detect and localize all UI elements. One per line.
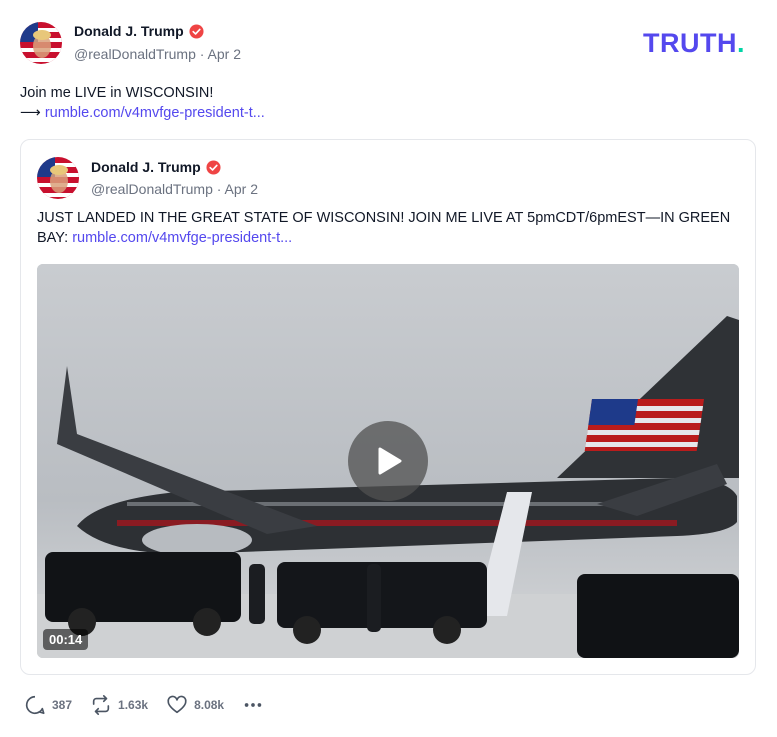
quote-author-handle[interactable]: @realDonaldTrump	[91, 181, 213, 197]
quote-date[interactable]: Apr 2	[225, 181, 258, 197]
quote-text: JUST LANDED IN THE GREAT STATE OF WISCON…	[37, 208, 737, 248]
video-duration: 00:14	[43, 629, 89, 650]
author-meta: @realDonaldTrump · Apr 2	[74, 46, 241, 62]
logo-text: TRUTH	[643, 28, 737, 58]
quote-author-name[interactable]: Donald J. Trump	[91, 159, 201, 175]
reply-count: 387	[52, 698, 73, 712]
author-name-row: Donald J. Trump	[74, 23, 204, 39]
verified-badge-icon	[189, 23, 204, 39]
ellipsis-icon	[244, 703, 262, 707]
post-date[interactable]: Apr 2	[208, 46, 241, 62]
post-text-line1: Join me LIVE in WISCONSIN!	[20, 85, 214, 101]
quote-author-name-row: Donald J. Trump	[91, 159, 221, 175]
meta-separator: ·	[216, 181, 225, 197]
author-handle[interactable]: @realDonaldTrump	[74, 46, 196, 62]
quote-author-avatar[interactable]	[37, 157, 79, 199]
quote-link[interactable]: rumble.com/v4mvfge-president-t...	[72, 230, 292, 246]
heart-icon	[167, 695, 187, 714]
video-player[interactable]: 00:14	[37, 264, 739, 658]
like-button[interactable]: 8.08k	[166, 694, 224, 716]
avatar-image	[20, 22, 62, 64]
meta-separator: ·	[199, 46, 208, 62]
post-link-line: ⟶ rumble.com/v4mvfge-president-t...	[20, 103, 265, 123]
more-options-button[interactable]	[242, 694, 264, 716]
play-icon	[378, 447, 402, 475]
verified-badge-icon	[206, 159, 221, 175]
quote-author-meta: @realDonaldTrump · Apr 2	[91, 181, 258, 197]
retruth-button[interactable]: 1.63k	[90, 694, 148, 716]
reply-button[interactable]: 387	[24, 694, 72, 716]
reply-icon	[25, 695, 45, 715]
post-actions: 387 1.63k 8.08k	[24, 694, 282, 716]
avatar-image	[37, 157, 79, 199]
truth-logo[interactable]: TRUTH.	[643, 28, 745, 59]
like-count: 8.08k	[194, 698, 225, 712]
retruth-count: 1.63k	[118, 698, 149, 712]
author-name[interactable]: Donald J. Trump	[74, 23, 184, 39]
arrow-glyph: ⟶	[20, 105, 41, 121]
logo-dot: .	[736, 28, 745, 58]
author-avatar[interactable]	[20, 22, 62, 64]
retruth-icon	[92, 695, 110, 715]
play-button[interactable]	[348, 421, 428, 501]
post-link[interactable]: rumble.com/v4mvfge-president-t...	[45, 105, 265, 121]
